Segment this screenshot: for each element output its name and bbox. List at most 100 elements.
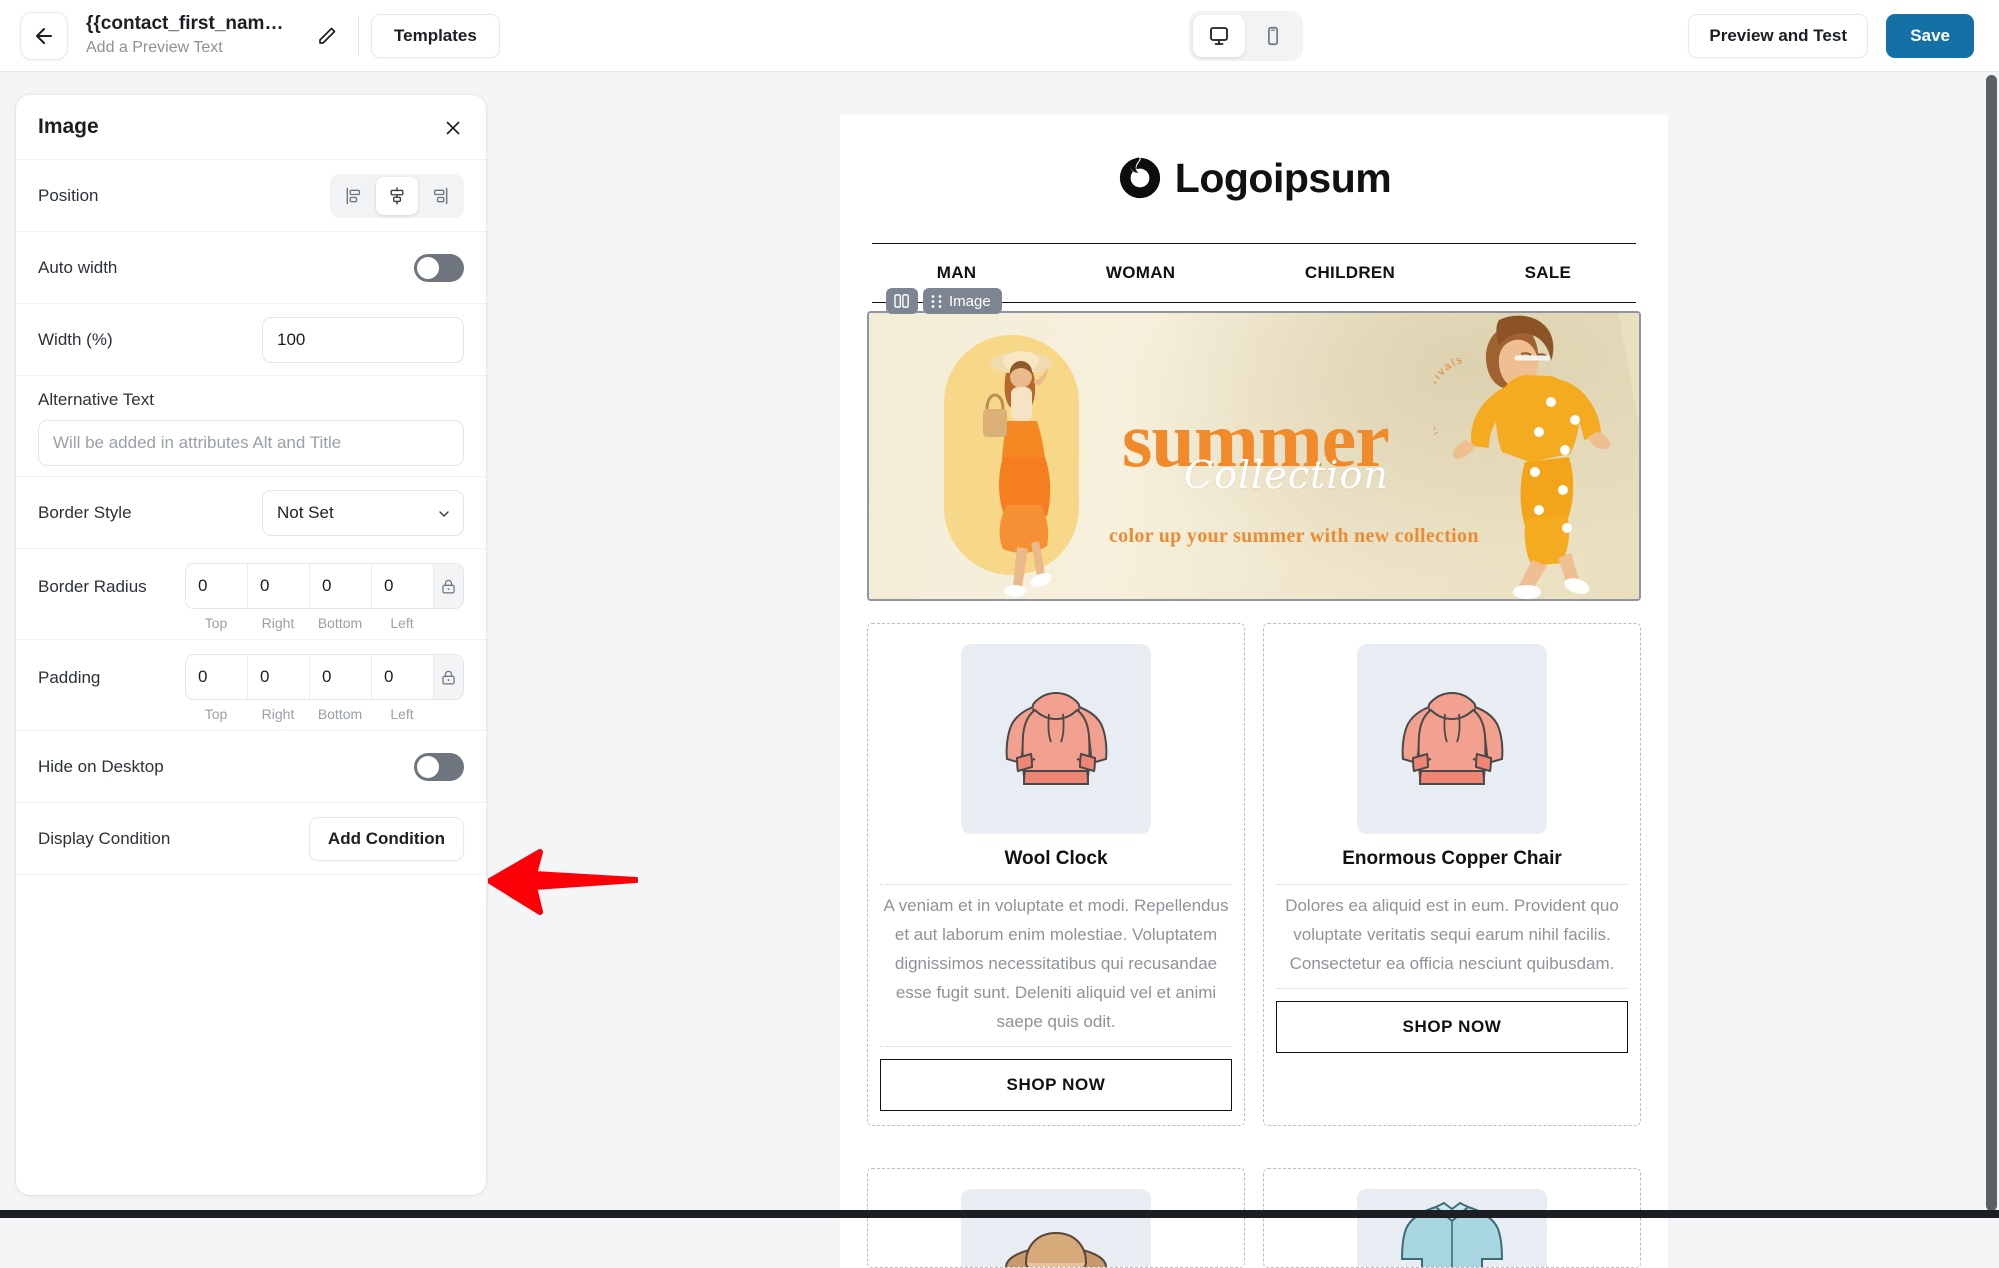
- top-toolbar: {{contact_first_nam… Add a Preview Text …: [0, 0, 1999, 72]
- align-center-icon: [387, 186, 407, 206]
- hide-on-desktop-row: Hide on Desktop: [16, 731, 486, 803]
- svg-text:NEW Arrivals: NEW Arrivals: [1434, 358, 1466, 438]
- auto-width-toggle[interactable]: [414, 254, 464, 282]
- mobile-icon: [1262, 25, 1284, 47]
- alt-text-input[interactable]: [38, 420, 464, 466]
- padding-top-input[interactable]: [186, 655, 248, 699]
- product-name: Enormous Copper Chair: [1342, 848, 1562, 870]
- toggle-knob: [417, 257, 439, 279]
- width-label: Width (%): [38, 330, 113, 350]
- border-radius-lock-button[interactable]: [434, 564, 463, 608]
- caption-bottom: Bottom: [309, 615, 371, 631]
- banner-subtitle: color up your summer with new collection: [1109, 525, 1479, 548]
- templates-button[interactable]: Templates: [371, 14, 500, 58]
- pencil-icon: [315, 24, 339, 48]
- product-card[interactable]: Enormous Copper Chair Dolores ea aliquid…: [1263, 623, 1641, 1126]
- preview-and-test-button[interactable]: Preview and Test: [1688, 14, 1868, 58]
- close-icon: [442, 117, 464, 139]
- shirt-icon: [1392, 1189, 1512, 1268]
- columns-icon: [894, 294, 910, 308]
- email-title-block: {{contact_first_nam… Add a Preview Text: [86, 12, 286, 59]
- vertical-scrollbar-thumb[interactable]: [1986, 75, 1997, 1211]
- shop-now-button[interactable]: SHOP NOW: [880, 1059, 1232, 1111]
- templates-button-label: Templates: [394, 26, 477, 46]
- toggle-knob: [417, 756, 439, 778]
- padding-label: Padding: [38, 654, 185, 688]
- horizontal-scrollbar[interactable]: [0, 1210, 1999, 1218]
- lock-icon: [439, 577, 458, 596]
- product-description: A veniam et in voluptate et modi. Repell…: [880, 884, 1232, 1047]
- auto-width-label: Auto width: [38, 258, 117, 278]
- display-condition-label: Display Condition: [38, 829, 170, 849]
- drag-handle-icon: [931, 294, 942, 309]
- alt-text-label: Alternative Text: [38, 390, 464, 410]
- border-radius-left-input[interactable]: [372, 564, 434, 608]
- caption-top: Top: [185, 615, 247, 631]
- preview-text-label[interactable]: Add a Preview Text: [86, 37, 286, 59]
- product-description: Dolores ea aliquid est in eum. Provident…: [1276, 884, 1628, 989]
- page-title: {{contact_first_nam…: [86, 12, 286, 36]
- caption-bottom: Bottom: [309, 706, 371, 722]
- align-right-icon: [430, 186, 450, 206]
- border-style-select-wrap: Not Set: [262, 490, 464, 536]
- edit-title-button[interactable]: [307, 16, 347, 56]
- product-card[interactable]: [867, 1168, 1245, 1268]
- columns-badge-button[interactable]: [886, 288, 918, 314]
- nav-item-children[interactable]: CHILDREN: [1305, 263, 1395, 283]
- border-radius-group: Top Right Bottom Left: [185, 563, 464, 631]
- padding-fields: [185, 654, 464, 700]
- add-condition-button[interactable]: Add Condition: [309, 817, 464, 861]
- caption-left: Left: [371, 706, 433, 722]
- border-radius-right-input[interactable]: [248, 564, 310, 608]
- toolbar-divider: [358, 16, 359, 56]
- padding-right-input[interactable]: [248, 655, 310, 699]
- border-style-select[interactable]: Not Set: [262, 490, 464, 536]
- hide-on-desktop-label: Hide on Desktop: [38, 757, 164, 777]
- product-card[interactable]: [1263, 1168, 1641, 1268]
- preview-button-label: Preview and Test: [1709, 26, 1847, 46]
- nav-item-man[interactable]: MAN: [937, 263, 977, 283]
- selected-block-badges: Image: [886, 288, 1002, 314]
- align-left-button[interactable]: [333, 177, 375, 215]
- padding-group: Top Right Bottom Left: [185, 654, 464, 722]
- width-input[interactable]: [262, 317, 464, 363]
- back-button[interactable]: [20, 12, 68, 60]
- padding-lock-button[interactable]: [434, 655, 463, 699]
- product-image-wrap: [961, 644, 1151, 834]
- product-name: Wool Clock: [1004, 848, 1107, 870]
- panel-title: Image: [38, 115, 99, 139]
- nav-item-sale[interactable]: SALE: [1525, 263, 1572, 283]
- product-card[interactable]: Wool Clock A veniam et in voluptate et m…: [867, 623, 1245, 1126]
- banner-script-text: Collection: [1184, 453, 1389, 497]
- device-desktop-button[interactable]: [1193, 15, 1245, 57]
- vertical-scrollbar[interactable]: [1983, 73, 1999, 1218]
- email-logo: Logoipsum: [840, 115, 1668, 225]
- panel-close-button[interactable]: [438, 113, 468, 143]
- nav-item-woman[interactable]: WOMAN: [1106, 263, 1175, 283]
- auto-width-row: Auto width: [16, 232, 486, 304]
- padding-captions: Top Right Bottom Left: [185, 706, 464, 722]
- border-radius-top-input[interactable]: [186, 564, 248, 608]
- align-center-button[interactable]: [376, 177, 418, 215]
- product-image-wrap: [1357, 1189, 1547, 1268]
- position-label: Position: [38, 186, 98, 206]
- banner-image-block[interactable]: NEW Arrivals summer Collection color up …: [867, 311, 1641, 601]
- border-radius-bottom-input[interactable]: [310, 564, 372, 608]
- device-preview-toggle: [1189, 11, 1303, 61]
- image-settings-panel: Image Position: [16, 95, 486, 1195]
- arrow-left-icon: [32, 24, 56, 48]
- padding-left-input[interactable]: [372, 655, 434, 699]
- annotation-arrow-icon: [488, 840, 638, 920]
- panel-header: Image: [16, 95, 486, 160]
- desktop-icon: [1207, 24, 1231, 48]
- align-right-button[interactable]: [419, 177, 461, 215]
- padding-bottom-input[interactable]: [310, 655, 372, 699]
- save-button[interactable]: Save: [1886, 14, 1974, 58]
- shop-now-button[interactable]: SHOP NOW: [1276, 1001, 1628, 1053]
- summer-collection-banner: NEW Arrivals summer Collection color up …: [869, 313, 1639, 599]
- hide-on-desktop-toggle[interactable]: [414, 753, 464, 781]
- product-row-1: Wool Clock A veniam et in voluptate et m…: [840, 601, 1668, 1126]
- device-mobile-button[interactable]: [1247, 15, 1299, 57]
- image-block-badge[interactable]: Image: [923, 288, 1002, 314]
- email-nav: MAN WOMAN CHILDREN SALE Image: [872, 243, 1636, 303]
